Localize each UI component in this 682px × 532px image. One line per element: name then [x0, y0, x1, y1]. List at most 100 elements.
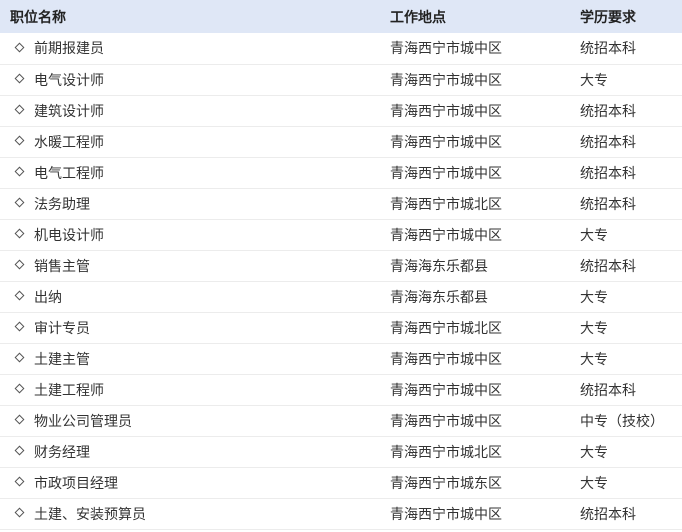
job-title-link[interactable]: 土建主管 [34, 352, 90, 368]
job-location-cell: 青海西宁市城中区 [390, 351, 502, 368]
table-row[interactable]: 销售主管 青海海东乐都县 统招本科 [0, 250, 682, 281]
job-title-cell: 土建、安装预算员 [0, 498, 380, 529]
job-location-cell: 青海西宁市城中区 [390, 382, 502, 399]
job-education-cell: 统招本科 [580, 41, 636, 58]
diamond-icon [14, 73, 25, 84]
diamond-icon [14, 135, 25, 146]
job-title-link[interactable]: 前期报建员 [34, 41, 104, 57]
job-title-link[interactable]: 出纳 [34, 290, 62, 306]
table-row[interactable]: 前期报建员 青海西宁市城中区 统招本科 [0, 33, 682, 64]
job-title-cell: 法务助理 [0, 188, 380, 219]
job-title-link[interactable]: 审计专员 [34, 321, 90, 337]
table-body: 前期报建员 青海西宁市城中区 统招本科 电气设计师 青海西宁市城中区 大专 建筑设计师 青海西… [0, 33, 682, 529]
job-location-cell: 青海西宁市城中区 [390, 227, 502, 244]
job-title-cell: 市政项目经理 [0, 467, 380, 498]
job-title-cell: 前期报建员 [0, 33, 380, 64]
job-location-cell: 青海西宁市城东区 [390, 475, 502, 492]
diamond-icon [14, 352, 25, 363]
job-title-link[interactable]: 建筑设计师 [34, 104, 104, 120]
job-location-cell: 青海西宁市城中区 [390, 72, 502, 89]
job-title-cell: 物业公司管理员 [0, 405, 380, 436]
table-row[interactable]: 物业公司管理员 青海西宁市城中区 中专（技校） [0, 405, 682, 436]
job-listing-table: 职位名称 工作地点 学历要求 前期报建员 青海西宁市城中区 统招本科 电气设计师 青海西… [0, 0, 682, 530]
job-title-link[interactable]: 财务经理 [34, 445, 90, 461]
job-education-cell: 大专 [580, 475, 608, 492]
diamond-icon [14, 166, 25, 177]
job-education-cell: 统招本科 [580, 134, 636, 151]
diamond-icon [14, 290, 25, 301]
job-location-cell: 青海西宁市城北区 [390, 320, 502, 337]
job-education-cell: 统招本科 [580, 506, 636, 523]
table-row[interactable]: 建筑设计师 青海西宁市城中区 统招本科 [0, 95, 682, 126]
job-location-cell: 青海西宁市城中区 [390, 165, 502, 182]
job-title-cell: 建筑设计师 [0, 95, 380, 126]
job-title-cell: 销售主管 [0, 250, 380, 281]
diamond-icon [14, 507, 25, 518]
table-row[interactable]: 电气设计师 青海西宁市城中区 大专 [0, 64, 682, 95]
diamond-icon [14, 197, 25, 208]
table-row[interactable]: 财务经理 青海西宁市城北区 大专 [0, 436, 682, 467]
table-row[interactable]: 审计专员 青海西宁市城北区 大专 [0, 312, 682, 343]
job-title-link[interactable]: 电气设计师 [34, 73, 104, 89]
job-title-cell: 审计专员 [0, 312, 380, 343]
diamond-icon [14, 476, 25, 487]
job-education-cell: 中专（技校） [580, 413, 664, 430]
job-title-link[interactable]: 物业公司管理员 [34, 414, 132, 430]
job-education-cell: 统招本科 [580, 196, 636, 213]
table-row[interactable]: 法务助理 青海西宁市城北区 统招本科 [0, 188, 682, 219]
job-location-cell: 青海西宁市城中区 [390, 103, 502, 120]
job-location-cell: 青海西宁市城北区 [390, 444, 502, 461]
diamond-icon [14, 104, 25, 115]
job-title-cell: 电气设计师 [0, 64, 380, 95]
table-row[interactable]: 出纳 青海海东乐都县 大专 [0, 281, 682, 312]
table-row[interactable]: 土建主管 青海西宁市城中区 大专 [0, 343, 682, 374]
job-location-cell: 青海西宁市城中区 [390, 506, 502, 523]
diamond-icon [14, 383, 25, 394]
job-location-cell: 青海西宁市城中区 [390, 41, 502, 58]
job-location-cell: 青海海东乐都县 [390, 289, 488, 306]
diamond-icon [14, 321, 25, 332]
diamond-icon [14, 445, 25, 456]
header-location: 工作地点 [390, 9, 446, 26]
header-job-title: 职位名称 [10, 9, 66, 26]
job-education-cell: 大专 [580, 444, 608, 461]
job-title-cell: 机电设计师 [0, 219, 380, 250]
job-title-cell: 财务经理 [0, 436, 380, 467]
header-education: 学历要求 [580, 9, 636, 26]
job-education-cell: 统招本科 [580, 165, 636, 182]
job-title-link[interactable]: 法务助理 [34, 197, 90, 213]
table-row[interactable]: 市政项目经理 青海西宁市城东区 大专 [0, 467, 682, 498]
job-title-cell: 出纳 [0, 281, 380, 312]
job-education-cell: 统招本科 [580, 258, 636, 275]
job-title-cell: 水暖工程师 [0, 126, 380, 157]
job-title-link[interactable]: 市政项目经理 [34, 476, 118, 492]
job-location-cell: 青海西宁市城北区 [390, 196, 502, 213]
header-row: 职位名称 工作地点 学历要求 [0, 0, 682, 33]
job-title-cell: 土建主管 [0, 343, 380, 374]
job-title-link[interactable]: 销售主管 [34, 259, 90, 275]
diamond-icon [14, 42, 25, 53]
job-location-cell: 青海西宁市城中区 [390, 413, 502, 430]
job-education-cell: 大专 [580, 72, 608, 89]
job-title-link[interactable]: 机电设计师 [34, 228, 104, 244]
table-row[interactable]: 水暖工程师 青海西宁市城中区 统招本科 [0, 126, 682, 157]
table-row[interactable]: 土建、安装预算员 青海西宁市城中区 统招本科 [0, 498, 682, 529]
job-education-cell: 大专 [580, 351, 608, 368]
job-title-link[interactable]: 土建、安装预算员 [34, 507, 146, 523]
job-title-link[interactable]: 水暖工程师 [34, 135, 104, 151]
diamond-icon [14, 414, 25, 425]
table-row[interactable]: 土建工程师 青海西宁市城中区 统招本科 [0, 374, 682, 405]
job-education-cell: 统招本科 [580, 103, 636, 120]
diamond-icon [14, 228, 25, 239]
job-location-cell: 青海西宁市城中区 [390, 134, 502, 151]
job-education-cell: 大专 [580, 289, 608, 306]
job-title-link[interactable]: 电气工程师 [34, 166, 104, 182]
diamond-icon [14, 259, 25, 270]
job-education-cell: 大专 [580, 227, 608, 244]
job-education-cell: 大专 [580, 320, 608, 337]
job-title-link[interactable]: 土建工程师 [34, 383, 104, 399]
table-row[interactable]: 电气工程师 青海西宁市城中区 统招本科 [0, 157, 682, 188]
job-location-cell: 青海海东乐都县 [390, 258, 488, 275]
job-title-cell: 电气工程师 [0, 157, 380, 188]
table-row[interactable]: 机电设计师 青海西宁市城中区 大专 [0, 219, 682, 250]
